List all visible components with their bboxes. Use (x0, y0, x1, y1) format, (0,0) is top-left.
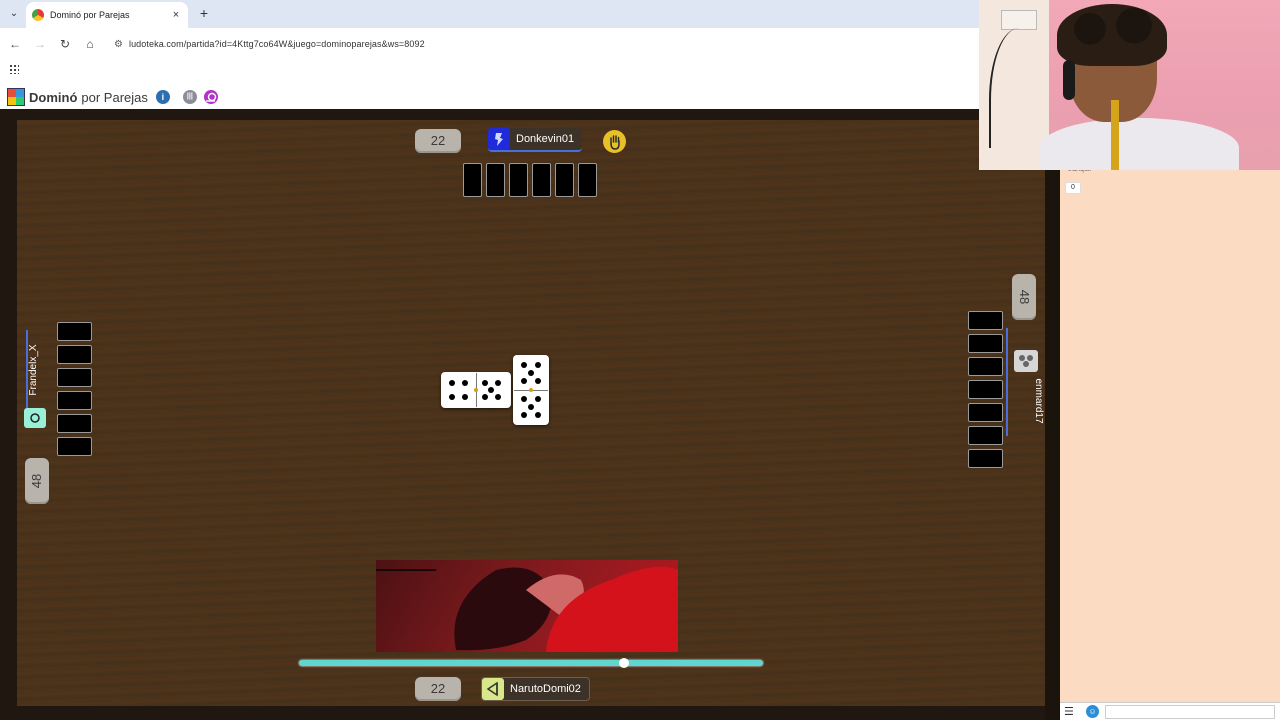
close-tab-icon[interactable]: × (170, 9, 182, 21)
side-panel: tranquil 0 ☰ ☺ (1060, 166, 1280, 720)
hidden-tile (57, 368, 92, 387)
tab-search-button[interactable]: ⌄ (6, 6, 22, 22)
tab-title: Dominó por Parejas (50, 10, 130, 20)
site-favicon-icon (32, 9, 44, 21)
left-team-score-value: 48 (29, 473, 44, 489)
hidden-tile (532, 163, 551, 197)
hidden-tile (968, 357, 1003, 376)
hidden-tile (968, 311, 1003, 330)
hidden-tile (968, 334, 1003, 353)
left-player-name: Frandelx_X (28, 344, 39, 396)
apps-grid-icon[interactable] (9, 64, 19, 74)
hidden-tile (57, 437, 92, 456)
board-right-edge (1045, 109, 1060, 720)
site-header: Dominó por Parejas i ||| (0, 85, 980, 109)
stats-icon[interactable]: ||| (182, 90, 197, 104)
played-domino-horizontal (441, 372, 511, 408)
side-panel-count: 0 (1065, 182, 1081, 194)
turn-timer-bar (299, 658, 763, 668)
forward-icon[interactable]: → (32, 36, 48, 52)
snail-icon[interactable] (203, 90, 218, 104)
hidden-tile (509, 163, 528, 197)
emoji-icon[interactable]: ☺ (1086, 705, 1099, 718)
ludoteka-logo-icon[interactable] (7, 88, 25, 106)
turn-hand-icon (603, 130, 626, 153)
new-tab-button[interactable]: + (197, 5, 211, 21)
top-team-score: 22 (415, 129, 461, 153)
hidden-tile (968, 380, 1003, 399)
hidden-tile (968, 403, 1003, 422)
video-overlay (376, 560, 678, 652)
home-icon[interactable]: ⌂ (82, 36, 98, 52)
played-domino-vertical (513, 355, 549, 425)
hidden-tile (555, 163, 574, 197)
browser-tab[interactable]: Dominó por Parejas × (26, 2, 188, 28)
right-player-tag: enmard17 (1006, 328, 1044, 436)
hidden-tile (968, 426, 1003, 445)
right-player-name: enmard17 (1033, 378, 1044, 424)
bookmarks-bar (0, 60, 980, 82)
top-player-avatar (488, 128, 510, 150)
bottom-player-tag: NarutoDomi02 (481, 677, 590, 701)
info-icon[interactable]: i (155, 90, 170, 104)
hidden-tile (57, 391, 92, 410)
address-bar[interactable]: ⚙ ludoteka.com/partida?id=4Kttg7co64W&ju… (106, 32, 974, 56)
bottom-player-avatar (482, 678, 504, 700)
left-player-tag: Frandelx_X (24, 330, 46, 428)
left-player-avatar (24, 408, 46, 428)
hidden-tile (578, 163, 597, 197)
top-player-tag: Donkevin01 (488, 128, 583, 152)
hidden-tile (486, 163, 505, 197)
chat-menu-icon[interactable]: ☰ (1064, 706, 1078, 718)
right-team-score-value: 48 (1017, 289, 1032, 305)
browser-toolbar: ← → ↻ ⌂ ⚙ ludoteka.com/partida?id=4Kttg7… (0, 28, 980, 60)
browser-tab-strip: ⌄ Dominó por Parejas × + (0, 0, 980, 28)
left-team-score: 48 (25, 458, 49, 504)
reload-icon[interactable]: ↻ (57, 36, 73, 52)
chat-input[interactable] (1105, 704, 1275, 719)
top-player-name: Donkevin01 (516, 133, 575, 145)
hidden-tile (463, 163, 482, 197)
right-team-score: 48 (1012, 274, 1036, 320)
game-title: Dominó (29, 89, 78, 105)
turn-timer-knob (619, 658, 629, 668)
hidden-tile (57, 414, 92, 433)
site-info-icon[interactable]: ⚙ (114, 39, 123, 50)
back-icon[interactable]: ← (7, 36, 23, 52)
hidden-tile (968, 449, 1003, 468)
hidden-tile (57, 322, 92, 341)
game-subtitle: por Parejas (81, 89, 148, 105)
bottom-team-score: 22 (415, 677, 461, 701)
chat-bar: ☰ ☺ (1060, 702, 1280, 720)
url-text[interactable]: ludoteka.com/partida?id=4Kttg7co64W&jueg… (129, 39, 425, 49)
webcam-overlay (979, 0, 1280, 170)
hidden-tile (57, 345, 92, 364)
bottom-player-name: NarutoDomi02 (510, 683, 581, 695)
